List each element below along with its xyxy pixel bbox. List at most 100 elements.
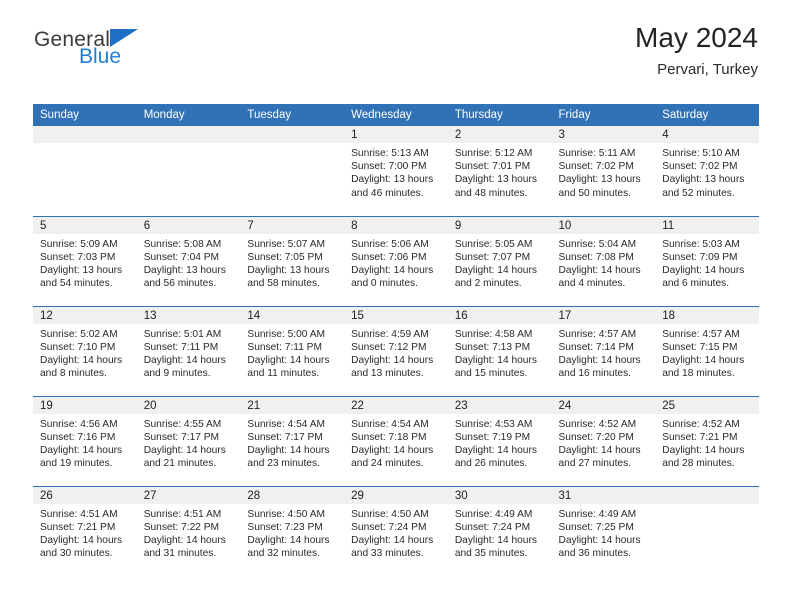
calendar-day-cell[interactable]: 11 Sunrise: 5:03 AM Sunset: 7:09 PM Dayligh… xyxy=(655,215,759,306)
daylight-text-line2: and 33 minutes. xyxy=(351,548,424,560)
calendar-day-cell[interactable]: 16 Sunrise: 4:58 AM Sunset: 7:13 PM Dayligh… xyxy=(447,305,552,396)
sunrise-text: Sunrise: 4:52 AM xyxy=(558,418,637,430)
daylight-text-line1: Daylight: 13 hours xyxy=(454,174,537,186)
brand-logo[interactable]: General Blue xyxy=(34,29,139,68)
sunrise-text: Sunrise: 4:50 AM xyxy=(247,508,325,520)
sunrise-text: Sunrise: 5:11 AM xyxy=(558,148,636,159)
calendar-day-cell[interactable]: 5 Sunrise: 5:09 AM Sunset: 7:03 PM Daylight… xyxy=(33,215,137,306)
calendar-day-cell[interactable]: 14 Sunrise: 5:00 AM Sunset: 7:11 PM Dayligh… xyxy=(240,305,345,396)
calendar-day-cell[interactable]: 4 Sunrise: 5:10 AM Sunset: 7:02 PM Daylight… xyxy=(655,126,759,216)
calendar-day-cell[interactable]: 15 Sunrise: 4:59 AM Sunset: 7:12 PM Dayligh… xyxy=(344,305,448,396)
calendar-day-cell[interactable]: 21 Sunrise: 4:54 AM Sunset: 7:17 PM Dayligh… xyxy=(240,395,345,486)
calendar-day-cell[interactable]: 30 Sunrise: 4:49 AM Sunset: 7:24 PM Dayligh… xyxy=(447,485,552,576)
calendar-day-cell[interactable]: 29 Sunrise: 4:50 AM Sunset: 7:24 PM Dayligh… xyxy=(344,485,448,576)
sunset-text: Sunset: 7:21 PM xyxy=(662,431,738,443)
calendar-day-cell[interactable]: 12 Sunrise: 5:02 AM Sunset: 7:10 PM Dayligh… xyxy=(33,305,137,396)
daylight-text-line2: and 8 minutes. xyxy=(40,368,107,380)
calendar-day-cell[interactable]: 13 Sunrise: 5:01 AM Sunset: 7:11 PM Dayligh… xyxy=(136,305,241,396)
daylight-text-line2: and 23 minutes. xyxy=(247,458,320,470)
calendar-day-cell[interactable]: 3 Sunrise: 5:11 AM Sunset: 7:02 PM Daylight… xyxy=(551,126,656,216)
calendar-day-cell[interactable]: 18 Sunrise: 4:57 AM Sunset: 7:15 PM Dayligh… xyxy=(655,305,759,396)
sunset-text: Sunset: 7:13 PM xyxy=(454,341,531,353)
sunrise-text: Sunrise: 4:58 AM xyxy=(454,328,533,340)
day-details: Sunrise: 4:50 AM Sunset: 7:24 PM Daylight:… xyxy=(344,504,448,561)
day-cell-inner xyxy=(33,126,137,216)
daylight-text-line2: and 24 minutes. xyxy=(351,458,424,470)
daylight-text-line2: and 27 minutes. xyxy=(558,458,632,470)
sunrise-text: Sunrise: 5:10 AM xyxy=(662,148,740,159)
brand-name-blue: Blue xyxy=(79,45,122,68)
calendar-day-cell[interactable]: 2 Sunrise: 5:12 AM Sunset: 7:01 PM Daylight… xyxy=(447,126,552,216)
calendar-day-cell[interactable]: 9 Sunrise: 5:05 AM Sunset: 7:07 PM Daylight… xyxy=(447,215,552,306)
calendar-day-cell[interactable]: 20 Sunrise: 4:55 AM Sunset: 7:17 PM Dayligh… xyxy=(136,395,241,486)
sunrise-text: Sunrise: 4:59 AM xyxy=(351,328,429,340)
day-details: Sunrise: 4:51 AM Sunset: 7:21 PM Daylight:… xyxy=(33,504,137,561)
daylight-text-line2: and 15 minutes. xyxy=(454,368,528,380)
daylight-text-line2: and 28 minutes. xyxy=(662,458,735,470)
weekday-header-monday: Monday xyxy=(136,104,241,126)
day-number: 8 xyxy=(344,216,448,234)
title-block: May 2024 Pervari, Turkey xyxy=(635,22,758,78)
calendar-day-cell[interactable]: 25 Sunrise: 4:52 AM Sunset: 7:21 PM Dayligh… xyxy=(655,395,759,486)
daylight-text-line2: and 13 minutes. xyxy=(351,368,424,380)
daylight-text-line1: Daylight: 13 hours xyxy=(662,174,745,186)
day-details: Sunrise: 5:01 AM Sunset: 7:11 PM Daylight:… xyxy=(137,324,241,381)
calendar-day-cell[interactable]: 23 Sunrise: 4:53 AM Sunset: 7:19 PM Dayligh… xyxy=(447,395,552,486)
day-details: Sunrise: 4:57 AM Sunset: 7:14 PM Daylight:… xyxy=(552,324,656,381)
calendar-week-row: 1 Sunrise: 5:13 AM Sunset: 7:00 PM Daylight… xyxy=(33,126,759,216)
day-cell-inner: 2 Sunrise: 5:12 AM Sunset: 7:01 PM Daylight… xyxy=(447,126,552,216)
calendar-day-cell[interactable]: 31 Sunrise: 4:49 AM Sunset: 7:25 PM Dayligh… xyxy=(551,485,656,576)
day-number: 21 xyxy=(240,396,345,414)
sunset-text: Sunset: 7:06 PM xyxy=(351,251,427,263)
daylight-text-line2: and 6 minutes. xyxy=(662,278,730,290)
calendar-day-cell[interactable]: 22 Sunrise: 4:54 AM Sunset: 7:18 PM Dayligh… xyxy=(344,395,448,486)
sunset-text: Sunset: 7:02 PM xyxy=(662,161,738,173)
calendar-day-cell[interactable]: 28 Sunrise: 4:50 AM Sunset: 7:23 PM Dayligh… xyxy=(240,485,345,576)
day-number: 15 xyxy=(344,306,448,324)
day-number: 1 xyxy=(344,126,448,143)
sunrise-text: Sunrise: 4:51 AM xyxy=(143,508,222,520)
page-header: General Blue May 2024 Pervari, Turkey xyxy=(0,0,792,100)
daylight-text-line1: Daylight: 14 hours xyxy=(247,444,330,456)
day-number: 2 xyxy=(447,126,552,143)
day-details: Sunrise: 5:00 AM Sunset: 7:11 PM Daylight:… xyxy=(240,324,344,381)
daylight-text-line2: and 26 minutes. xyxy=(454,458,528,470)
calendar-day-cell[interactable]: 1 Sunrise: 5:13 AM Sunset: 7:00 PM Daylight… xyxy=(344,126,448,216)
sunset-text: Sunset: 7:24 PM xyxy=(454,521,531,533)
daylight-text-line1: Daylight: 14 hours xyxy=(143,444,226,456)
day-cell-inner: 16 Sunrise: 4:58 AM Sunset: 7:13 PM Dayligh… xyxy=(447,306,552,396)
calendar-day-cell[interactable]: 26 Sunrise: 4:51 AM Sunset: 7:21 PM Dayligh… xyxy=(33,485,137,576)
daylight-text-line2: and 58 minutes. xyxy=(247,278,320,290)
daylight-text-line1: Daylight: 13 hours xyxy=(247,264,330,276)
day-number: 24 xyxy=(551,396,656,414)
calendar-week-row: 12 Sunrise: 5:02 AM Sunset: 7:10 PM Dayligh… xyxy=(33,305,759,396)
day-cell-inner: 22 Sunrise: 4:54 AM Sunset: 7:18 PM Dayligh… xyxy=(344,396,448,486)
day-cell-inner: 27 Sunrise: 4:51 AM Sunset: 7:22 PM Dayligh… xyxy=(136,486,241,577)
day-number: 31 xyxy=(551,486,656,504)
sunrise-text: Sunrise: 5:00 AM xyxy=(247,328,325,340)
day-details: Sunrise: 4:52 AM Sunset: 7:20 PM Daylight:… xyxy=(552,414,656,471)
sunset-text: Sunset: 7:23 PM xyxy=(247,521,323,533)
day-number: 10 xyxy=(551,216,656,234)
calendar-day-cell[interactable]: 17 Sunrise: 4:57 AM Sunset: 7:14 PM Dayligh… xyxy=(551,305,656,396)
calendar-day-cell[interactable]: 19 Sunrise: 4:56 AM Sunset: 7:16 PM Dayligh… xyxy=(33,395,137,486)
calendar-day-cell[interactable]: 8 Sunrise: 5:06 AM Sunset: 7:06 PM Daylight… xyxy=(344,215,448,306)
day-cell-inner: 3 Sunrise: 5:11 AM Sunset: 7:02 PM Daylight… xyxy=(551,126,656,216)
day-cell-inner: 23 Sunrise: 4:53 AM Sunset: 7:19 PM Dayligh… xyxy=(447,396,552,486)
calendar-day-cell[interactable]: 24 Sunrise: 4:52 AM Sunset: 7:20 PM Dayligh… xyxy=(551,395,656,486)
calendar-day-cell[interactable]: 27 Sunrise: 4:51 AM Sunset: 7:22 PM Dayligh… xyxy=(136,485,241,577)
day-number: 11 xyxy=(655,216,759,234)
daylight-text-line1: Daylight: 14 hours xyxy=(558,354,641,366)
daylight-text-line2: and 9 minutes. xyxy=(143,368,211,380)
sunrise-text: Sunrise: 5:07 AM xyxy=(247,238,325,250)
sunset-text: Sunset: 7:04 PM xyxy=(143,251,220,263)
daylight-text-line1: Daylight: 14 hours xyxy=(558,534,641,546)
day-cell-inner: 18 Sunrise: 4:57 AM Sunset: 7:15 PM Dayligh… xyxy=(655,306,759,396)
weekday-header-saturday: Saturday xyxy=(655,104,759,126)
sunset-text: Sunset: 7:25 PM xyxy=(558,521,634,533)
calendar-day-cell[interactable]: 10 Sunrise: 5:04 AM Sunset: 7:08 PM Dayligh… xyxy=(551,215,656,306)
daylight-text-line1: Daylight: 14 hours xyxy=(662,444,745,456)
sunset-text: Sunset: 7:21 PM xyxy=(40,521,116,533)
calendar-day-cell[interactable]: 7 Sunrise: 5:07 AM Sunset: 7:05 PM Daylight… xyxy=(240,215,345,306)
calendar-day-cell[interactable]: 6 Sunrise: 5:08 AM Sunset: 7:04 PM Daylight… xyxy=(136,215,241,306)
